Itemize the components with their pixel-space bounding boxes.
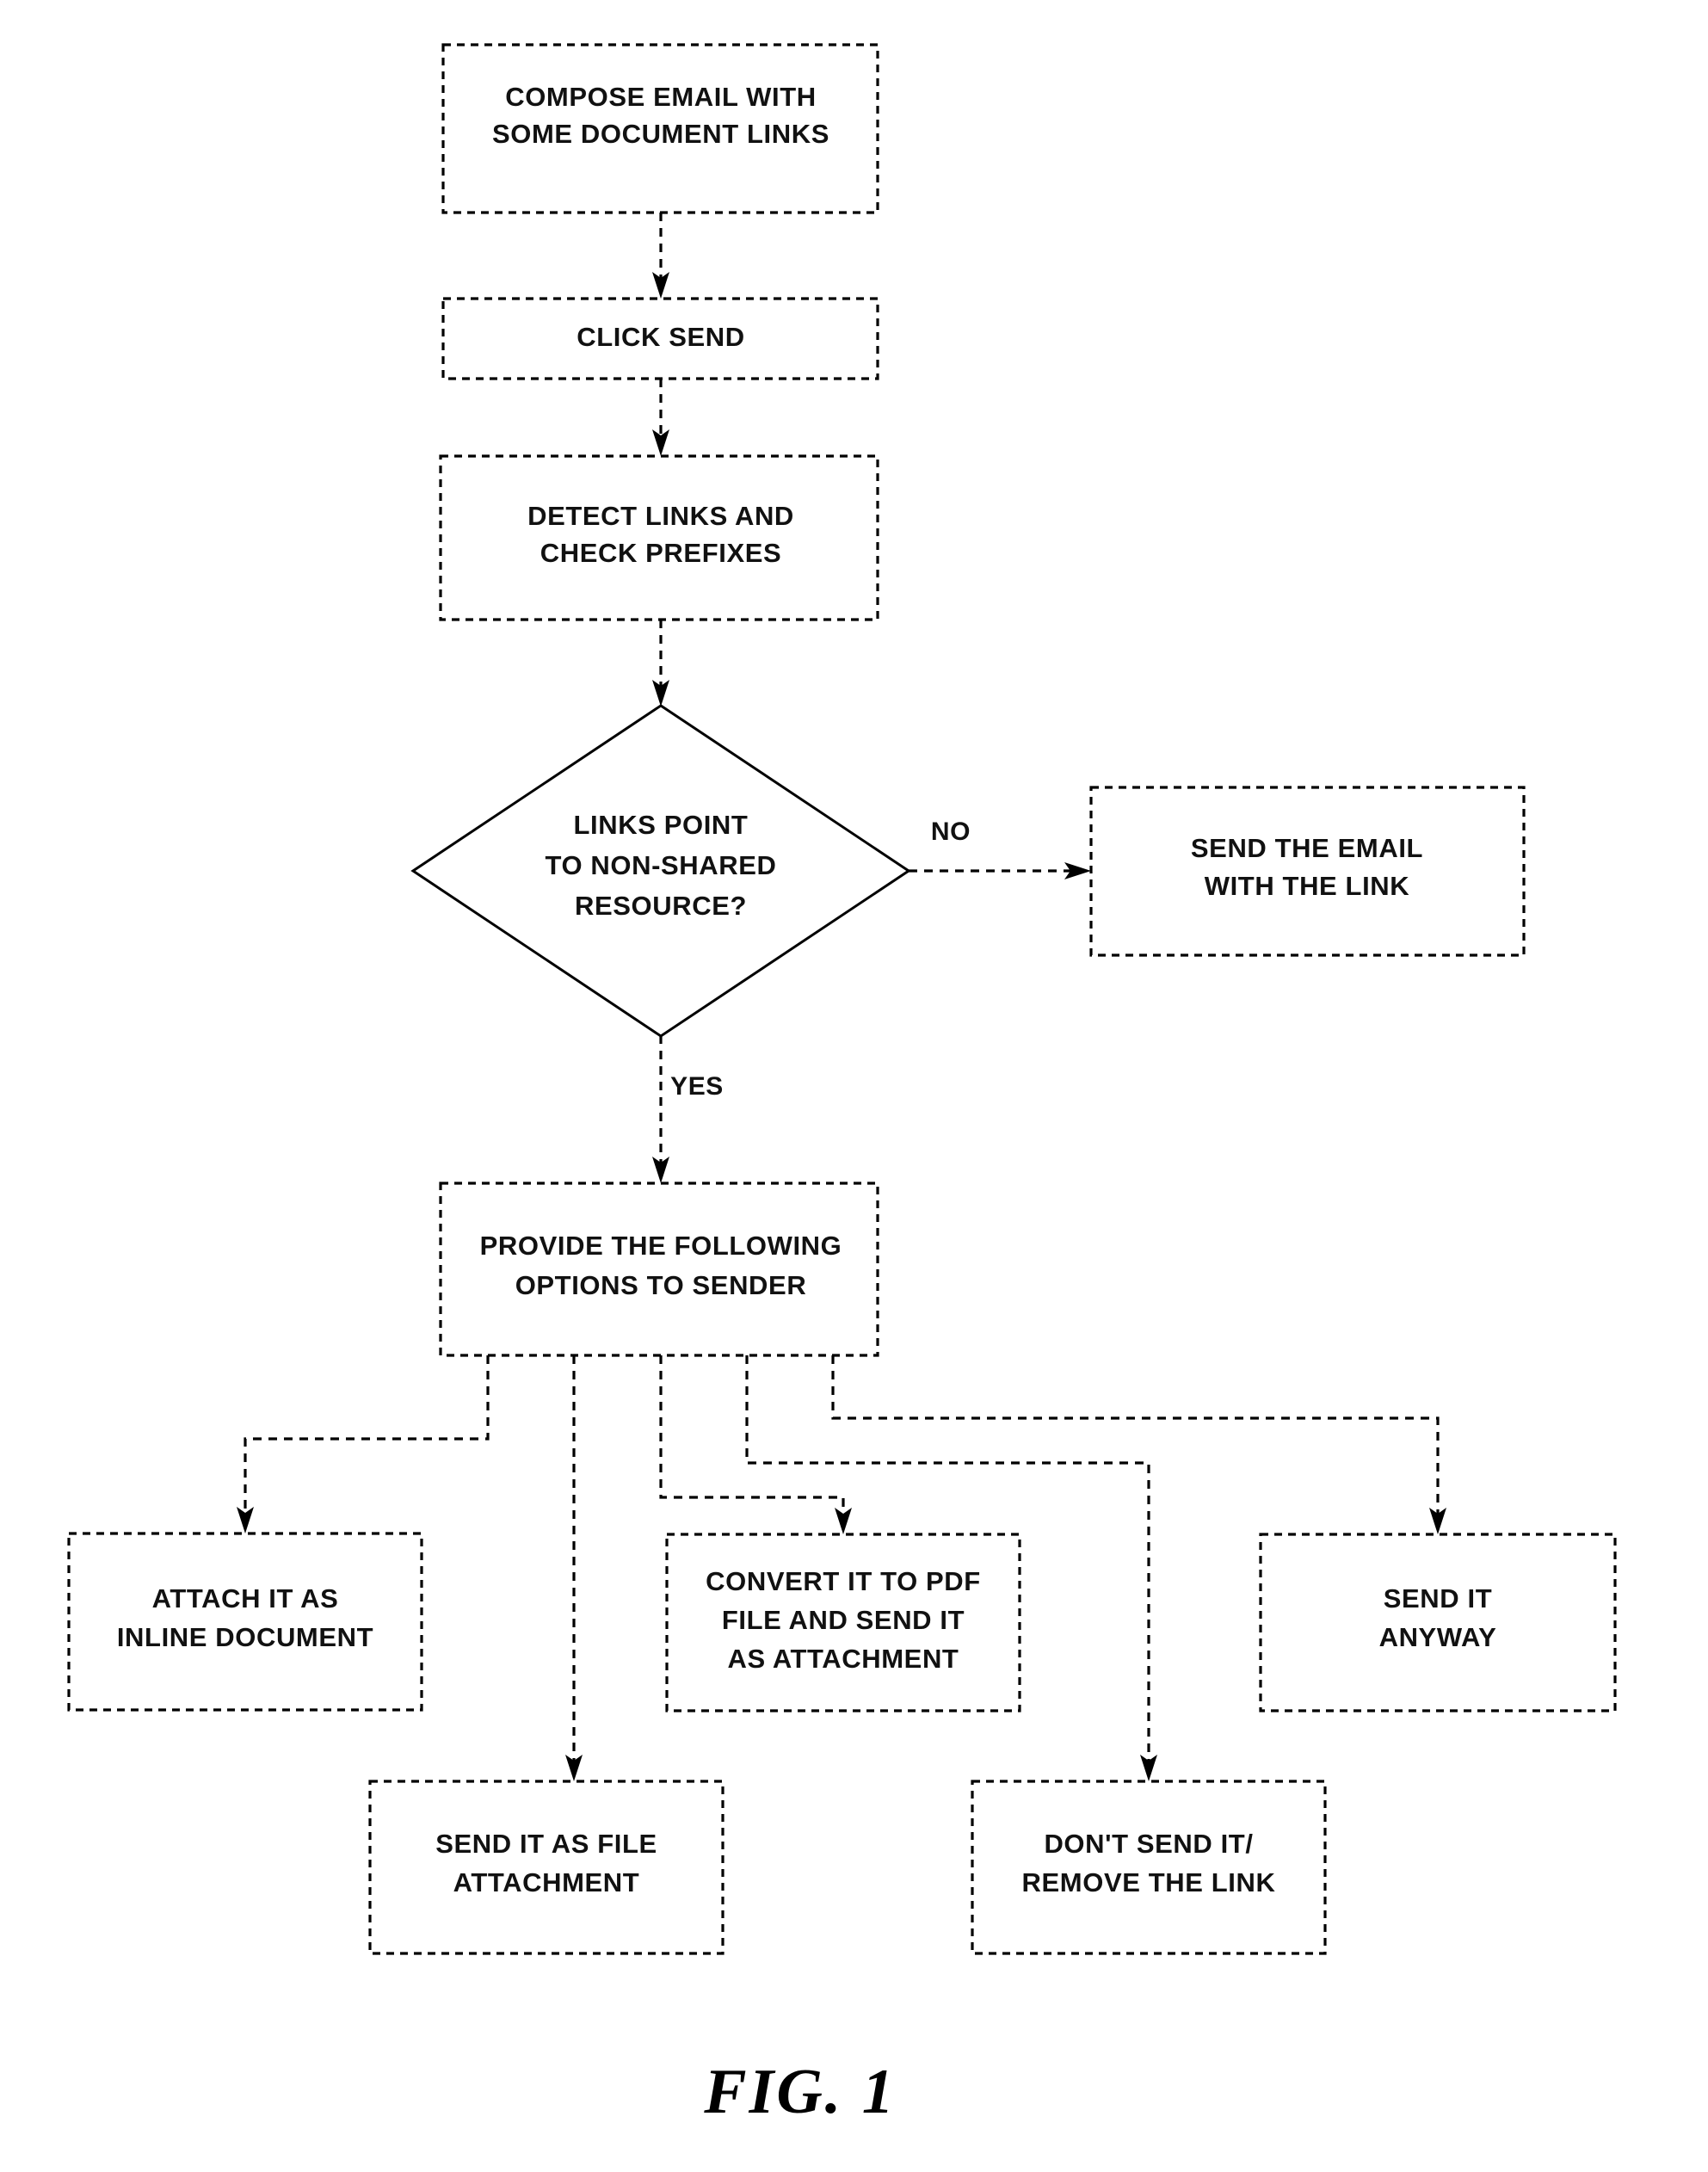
arrowhead-options-to-attach-inline [237,1507,254,1533]
node-provide-options[interactable]: PROVIDE THE FOLLOWING OPTIONS TO SENDER [439,1182,879,1357]
node-attach-inline-line2: INLINE DOCUMENT [117,1622,373,1652]
node-send-email-with-link-line2: WITH THE LINK [1205,871,1410,901]
node-file-attachment-line1: SEND IT AS FILE [435,1829,657,1859]
node-detect-links-line2: CHECK PREFIXES [540,538,782,568]
connector-options-to-convert-pdf [659,1355,845,1522]
node-attach-inline-document[interactable]: ATTACH IT AS INLINE DOCUMENT [67,1532,423,1712]
node-send-email-with-link[interactable]: SEND THE EMAIL WITH THE LINK [1089,786,1526,957]
node-decision-links-non-shared[interactable]: LINKS POINT TO NON-SHARED RESOURCE? [410,704,911,1038]
node-send-anyway-line2: ANYWAY [1379,1622,1497,1652]
node-send-anyway-line1: SEND IT [1384,1583,1493,1614]
node-detect-links-line1: DETECT LINKS AND [527,501,794,531]
figure-container: NO YES COMPOSE EMAIL WITH SOME DOCUMENT … [0,0,1708,2172]
node-provide-options-box [439,1182,879,1357]
node-dont-send-line1: DON'T SEND IT/ [1044,1829,1253,1859]
node-provide-options-line1: PROVIDE THE FOLLOWING [480,1231,842,1261]
connector-options-to-send-anyway [831,1355,1440,1522]
node-convert-pdf-line2: FILE AND SEND IT [722,1605,965,1635]
node-send-as-file-attachment[interactable]: SEND IT AS FILE ATTACHMENT [368,1780,725,1955]
node-provide-options-line2: OPTIONS TO SENDER [515,1270,807,1300]
node-attach-inline-line1: ATTACH IT AS [152,1583,339,1614]
node-file-attachment-line2: ATTACHMENT [453,1867,640,1897]
node-send-email-with-link-line1: SEND THE EMAIL [1191,833,1423,863]
node-send-it-anyway[interactable]: SEND IT ANYWAY [1259,1533,1617,1712]
node-convert-to-pdf[interactable]: CONVERT IT TO PDF FILE AND SEND IT AS AT… [665,1533,1021,1712]
node-decision-line2: TO NON-SHARED [545,850,776,880]
node-compose-email[interactable]: COMPOSE EMAIL WITH SOME DOCUMENT LINKS [441,43,879,214]
node-decision-line3: RESOURCE? [575,891,747,921]
node-decision-line1: LINKS POINT [574,810,749,840]
node-convert-pdf-line1: CONVERT IT TO PDF [706,1566,981,1596]
node-compose-email-line1: COMPOSE EMAIL WITH [505,82,817,112]
edge-label-no: NO [931,818,971,846]
node-compose-email-line2: SOME DOCUMENT LINKS [492,119,829,149]
arrowhead-options-to-convert-pdf [835,1508,852,1534]
node-convert-pdf-line3: AS ATTACHMENT [728,1644,959,1674]
connector-options-to-attach-inline [244,1355,490,1521]
node-click-send-line1: CLICK SEND [577,322,744,352]
edge-label-yes: YES [670,1072,724,1101]
node-dont-send-remove-link[interactable]: DON'T SEND IT/ REMOVE THE LINK [971,1780,1327,1955]
node-dont-send-line2: REMOVE THE LINK [1022,1867,1276,1897]
arrowhead-options-to-dont-send [1140,1755,1157,1781]
node-click-send[interactable]: CLICK SEND [441,297,879,380]
node-detect-links[interactable]: DETECT LINKS AND CHECK PREFIXES [439,454,879,621]
flowchart-canvas: NO YES COMPOSE EMAIL WITH SOME DOCUMENT … [67,43,1617,2127]
figure-caption: FIG. 1 [703,2057,897,2127]
